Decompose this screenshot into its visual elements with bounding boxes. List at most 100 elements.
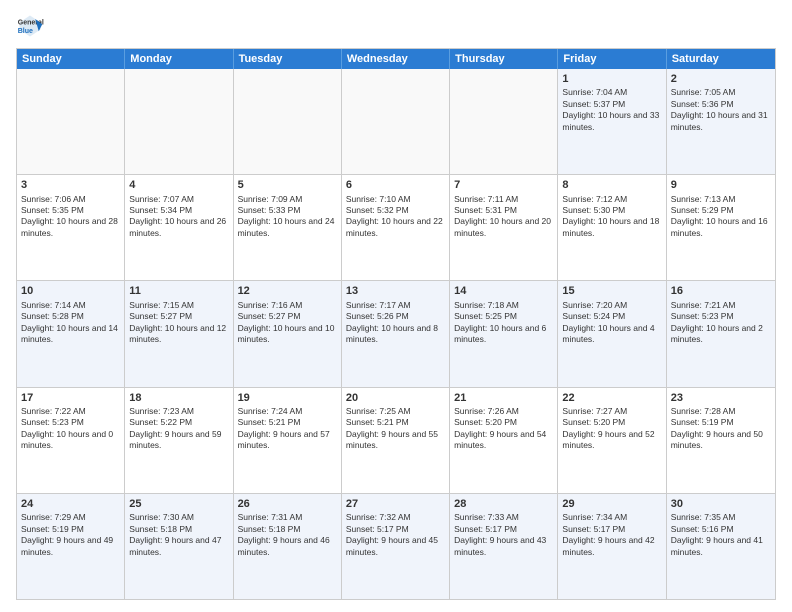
calendar-cell-empty xyxy=(450,69,558,174)
day-number: 5 xyxy=(238,178,337,192)
calendar-cell-19: 19Sunrise: 7:24 AM Sunset: 5:21 PM Dayli… xyxy=(234,388,342,493)
cell-details: Sunrise: 7:27 AM Sunset: 5:20 PM Dayligh… xyxy=(562,406,661,452)
page: General Blue SundayMondayTuesdayWednesda… xyxy=(0,0,792,612)
calendar-cell-20: 20Sunrise: 7:25 AM Sunset: 5:21 PM Dayli… xyxy=(342,388,450,493)
calendar-cell-27: 27Sunrise: 7:32 AM Sunset: 5:17 PM Dayli… xyxy=(342,494,450,599)
cell-details: Sunrise: 7:35 AM Sunset: 5:16 PM Dayligh… xyxy=(671,512,771,558)
cell-details: Sunrise: 7:04 AM Sunset: 5:37 PM Dayligh… xyxy=(562,87,661,133)
calendar-cell-12: 12 Sunrise: 7:16 AM Sunset: 5:27 PM Dayli… xyxy=(234,281,342,386)
cell-details: Sunrise: 7:20 AM Sunset: 5:24 PM Dayligh… xyxy=(562,300,661,346)
calendar-cell-7: 7 Sunrise: 7:11 AM Sunset: 5:31 PM Daylig… xyxy=(450,175,558,280)
day-number: 29 xyxy=(562,497,661,511)
calendar-cell-3: 3 Sunrise: 7:06 AM Sunset: 5:35 PM Daylig… xyxy=(17,175,125,280)
day-number: 4 xyxy=(129,178,228,192)
cell-details: Sunrise: 7:06 AM Sunset: 5:35 PM Dayligh… xyxy=(21,194,120,240)
cell-details: Sunrise: 7:31 AM Sunset: 5:18 PM Dayligh… xyxy=(238,512,337,558)
day-number: 1 xyxy=(562,72,661,86)
calendar-cell-14: 14 Sunrise: 7:18 AM Sunset: 5:25 PM Dayli… xyxy=(450,281,558,386)
header-day-monday: Monday xyxy=(125,49,233,69)
day-number: 11 xyxy=(129,284,228,298)
cell-details: Sunrise: 7:22 AM Sunset: 5:23 PM Dayligh… xyxy=(21,406,120,452)
calendar-cell-28: 28Sunrise: 7:33 AM Sunset: 5:17 PM Dayli… xyxy=(450,494,558,599)
cell-details: Sunrise: 7:18 AM Sunset: 5:25 PM Dayligh… xyxy=(454,300,553,346)
day-number: 30 xyxy=(671,497,771,511)
cell-details: Sunrise: 7:28 AM Sunset: 5:19 PM Dayligh… xyxy=(671,406,771,452)
day-number: 8 xyxy=(562,178,661,192)
calendar-row-4: 24Sunrise: 7:29 AM Sunset: 5:19 PM Dayli… xyxy=(17,493,775,599)
cell-details: Sunrise: 7:13 AM Sunset: 5:29 PM Dayligh… xyxy=(671,194,771,240)
day-number: 20 xyxy=(346,391,445,405)
day-number: 25 xyxy=(129,497,228,511)
calendar-cell-22: 22Sunrise: 7:27 AM Sunset: 5:20 PM Dayli… xyxy=(558,388,666,493)
cell-details: Sunrise: 7:14 AM Sunset: 5:28 PM Dayligh… xyxy=(21,300,120,346)
day-number: 7 xyxy=(454,178,553,192)
cell-details: Sunrise: 7:16 AM Sunset: 5:27 PM Dayligh… xyxy=(238,300,337,346)
header-day-saturday: Saturday xyxy=(667,49,775,69)
cell-details: Sunrise: 7:25 AM Sunset: 5:21 PM Dayligh… xyxy=(346,406,445,452)
calendar-cell-17: 17Sunrise: 7:22 AM Sunset: 5:23 PM Dayli… xyxy=(17,388,125,493)
cell-details: Sunrise: 7:26 AM Sunset: 5:20 PM Dayligh… xyxy=(454,406,553,452)
calendar-cell-29: 29Sunrise: 7:34 AM Sunset: 5:17 PM Dayli… xyxy=(558,494,666,599)
calendar-cell-30: 30Sunrise: 7:35 AM Sunset: 5:16 PM Dayli… xyxy=(667,494,775,599)
cell-details: Sunrise: 7:17 AM Sunset: 5:26 PM Dayligh… xyxy=(346,300,445,346)
cell-details: Sunrise: 7:15 AM Sunset: 5:27 PM Dayligh… xyxy=(129,300,228,346)
calendar-cell-2: 2Sunrise: 7:05 AM Sunset: 5:36 PM Daylig… xyxy=(667,69,775,174)
cell-details: Sunrise: 7:10 AM Sunset: 5:32 PM Dayligh… xyxy=(346,194,445,240)
day-number: 26 xyxy=(238,497,337,511)
calendar-cell-16: 16 Sunrise: 7:21 AM Sunset: 5:23 PM Dayli… xyxy=(667,281,775,386)
calendar-cell-4: 4 Sunrise: 7:07 AM Sunset: 5:34 PM Daylig… xyxy=(125,175,233,280)
day-number: 18 xyxy=(129,391,228,405)
cell-details: Sunrise: 7:32 AM Sunset: 5:17 PM Dayligh… xyxy=(346,512,445,558)
calendar-row-1: 3 Sunrise: 7:06 AM Sunset: 5:35 PM Daylig… xyxy=(17,174,775,280)
cell-details: Sunrise: 7:34 AM Sunset: 5:17 PM Dayligh… xyxy=(562,512,661,558)
logo: General Blue xyxy=(16,12,48,40)
cell-details: Sunrise: 7:05 AM Sunset: 5:36 PM Dayligh… xyxy=(671,87,771,133)
calendar-cell-10: 10 Sunrise: 7:14 AM Sunset: 5:28 PM Dayli… xyxy=(17,281,125,386)
calendar-body: 1Sunrise: 7:04 AM Sunset: 5:37 PM Daylig… xyxy=(17,69,775,599)
day-number: 6 xyxy=(346,178,445,192)
calendar-cell-24: 24Sunrise: 7:29 AM Sunset: 5:19 PM Dayli… xyxy=(17,494,125,599)
calendar-cell-18: 18Sunrise: 7:23 AM Sunset: 5:22 PM Dayli… xyxy=(125,388,233,493)
day-number: 23 xyxy=(671,391,771,405)
header: General Blue xyxy=(16,12,776,40)
calendar-row-2: 10 Sunrise: 7:14 AM Sunset: 5:28 PM Dayli… xyxy=(17,280,775,386)
calendar-cell-6: 6 Sunrise: 7:10 AM Sunset: 5:32 PM Daylig… xyxy=(342,175,450,280)
calendar-cell-empty xyxy=(234,69,342,174)
day-number: 12 xyxy=(238,284,337,298)
day-number: 19 xyxy=(238,391,337,405)
day-number: 2 xyxy=(671,72,771,86)
logo-icon: General Blue xyxy=(16,12,44,40)
calendar-cell-21: 21Sunrise: 7:26 AM Sunset: 5:20 PM Dayli… xyxy=(450,388,558,493)
day-number: 9 xyxy=(671,178,771,192)
calendar-cell-9: 9 Sunrise: 7:13 AM Sunset: 5:29 PM Daylig… xyxy=(667,175,775,280)
day-number: 17 xyxy=(21,391,120,405)
header-day-wednesday: Wednesday xyxy=(342,49,450,69)
cell-details: Sunrise: 7:21 AM Sunset: 5:23 PM Dayligh… xyxy=(671,300,771,346)
day-number: 27 xyxy=(346,497,445,511)
cell-details: Sunrise: 7:12 AM Sunset: 5:30 PM Dayligh… xyxy=(562,194,661,240)
calendar-cell-15: 15 Sunrise: 7:20 AM Sunset: 5:24 PM Dayli… xyxy=(558,281,666,386)
cell-details: Sunrise: 7:23 AM Sunset: 5:22 PM Dayligh… xyxy=(129,406,228,452)
calendar-cell-25: 25Sunrise: 7:30 AM Sunset: 5:18 PM Dayli… xyxy=(125,494,233,599)
calendar-cell-empty xyxy=(342,69,450,174)
day-number: 21 xyxy=(454,391,553,405)
calendar-cell-26: 26Sunrise: 7:31 AM Sunset: 5:18 PM Dayli… xyxy=(234,494,342,599)
calendar-cell-13: 13 Sunrise: 7:17 AM Sunset: 5:26 PM Dayli… xyxy=(342,281,450,386)
calendar-row-0: 1Sunrise: 7:04 AM Sunset: 5:37 PM Daylig… xyxy=(17,69,775,174)
cell-details: Sunrise: 7:29 AM Sunset: 5:19 PM Dayligh… xyxy=(21,512,120,558)
day-number: 15 xyxy=(562,284,661,298)
day-number: 10 xyxy=(21,284,120,298)
svg-text:Blue: Blue xyxy=(18,28,33,35)
day-number: 16 xyxy=(671,284,771,298)
day-number: 13 xyxy=(346,284,445,298)
day-number: 24 xyxy=(21,497,120,511)
cell-details: Sunrise: 7:11 AM Sunset: 5:31 PM Dayligh… xyxy=(454,194,553,240)
header-day-friday: Friday xyxy=(558,49,666,69)
cell-details: Sunrise: 7:07 AM Sunset: 5:34 PM Dayligh… xyxy=(129,194,228,240)
calendar-cell-23: 23Sunrise: 7:28 AM Sunset: 5:19 PM Dayli… xyxy=(667,388,775,493)
header-day-tuesday: Tuesday xyxy=(234,49,342,69)
day-number: 22 xyxy=(562,391,661,405)
day-number: 3 xyxy=(21,178,120,192)
day-number: 14 xyxy=(454,284,553,298)
calendar: SundayMondayTuesdayWednesdayThursdayFrid… xyxy=(16,48,776,600)
